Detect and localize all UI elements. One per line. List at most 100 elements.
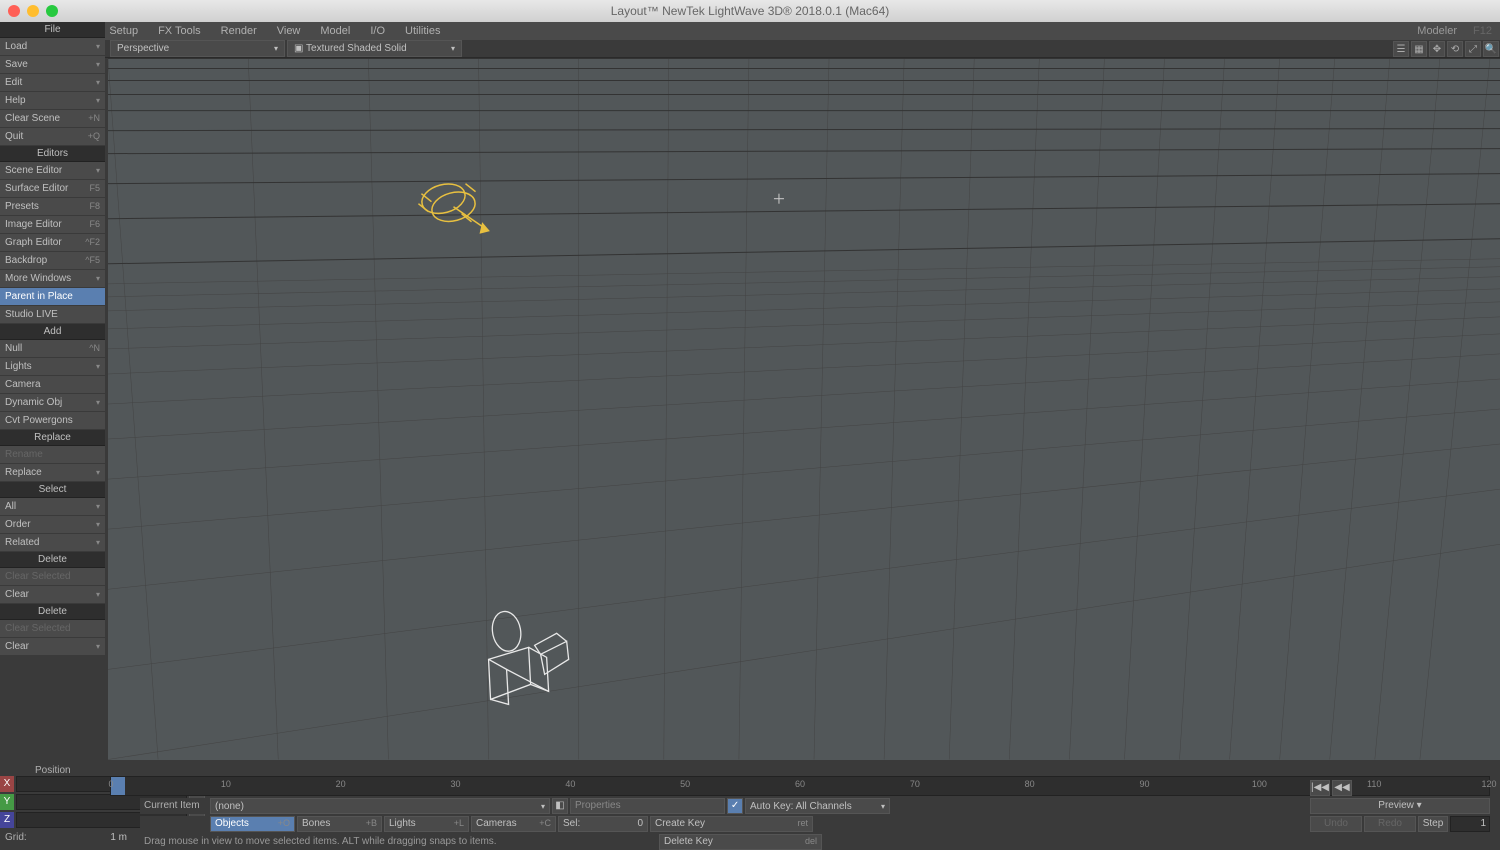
status-hint: Drag mouse in view to move selected item…: [140, 834, 657, 850]
section-header: Replace: [0, 430, 105, 446]
viewport-3d[interactable]: [108, 58, 1500, 760]
menu-bar: Items Modify Setup FX Tools Render View …: [0, 22, 1500, 40]
zoom-icon[interactable]: 🔍: [1483, 41, 1499, 57]
tab-utilities[interactable]: Utilities: [395, 22, 450, 40]
panel-item-dynamic-obj[interactable]: Dynamic Obj▾: [0, 394, 105, 412]
playback-start-button[interactable]: |◀◀: [1310, 780, 1330, 796]
panel-item-null[interactable]: Null^N: [0, 340, 105, 358]
panel-item-clear[interactable]: Clear▾: [0, 638, 105, 656]
bottom-controls: Current Item (none) ◧ Properties ✓ Auto …: [140, 798, 1490, 848]
f12-button[interactable]: F12: [1465, 22, 1500, 40]
panel-item-studio-live[interactable]: Studio LIVE: [0, 306, 105, 324]
properties-button[interactable]: Properties: [570, 798, 725, 814]
modeler-button[interactable]: Modeler: [1409, 22, 1465, 40]
redo-button[interactable]: Redo: [1364, 816, 1416, 832]
section-header: Add: [0, 324, 105, 340]
bones-button[interactable]: Bones+B: [297, 816, 382, 832]
timeline[interactable]: 0102030405060708090100110120: [110, 776, 1490, 796]
shade-mode-dropdown[interactable]: ▣ Textured Shaded Solid: [287, 40, 462, 57]
tab-model[interactable]: Model: [310, 22, 360, 40]
scale-icon[interactable]: ⤢: [1465, 41, 1481, 57]
timeline-tick: 60: [795, 779, 805, 789]
step-value[interactable]: 1: [1450, 816, 1490, 832]
view-mode-dropdown[interactable]: Perspective: [110, 40, 285, 57]
panel-item-save[interactable]: Save▾: [0, 56, 105, 74]
panel-item-clear-scene[interactable]: Clear Scene+N: [0, 110, 105, 128]
sel-display: Sel:0: [558, 816, 648, 832]
minimize-icon[interactable]: [27, 5, 39, 17]
timeline-tick: 100: [1252, 779, 1267, 789]
rotate-icon[interactable]: ⟲: [1447, 41, 1463, 57]
delete-key-button[interactable]: Delete Keydel: [659, 834, 822, 850]
tab-render[interactable]: Render: [211, 22, 267, 40]
tab-setup[interactable]: Setup: [99, 22, 148, 40]
section-header: File: [0, 22, 105, 38]
move-icon[interactable]: ✥: [1429, 41, 1445, 57]
timeline-tick: 30: [450, 779, 460, 789]
current-item-dropdown[interactable]: (none): [210, 798, 550, 814]
panel-item-camera[interactable]: Camera: [0, 376, 105, 394]
current-item-label: Current Item: [140, 798, 208, 814]
panel-item-parent-in-place[interactable]: Parent in Place: [0, 288, 105, 306]
y-label: Y: [0, 794, 14, 810]
autokey-dropdown[interactable]: Auto Key: All Channels: [745, 798, 890, 814]
panel-item-backdrop[interactable]: Backdrop^F5: [0, 252, 105, 270]
panel-item-more-windows[interactable]: More Windows▾: [0, 270, 105, 288]
panel-item-load[interactable]: Load▾: [0, 38, 105, 56]
panel-item-clear[interactable]: Clear▾: [0, 586, 105, 604]
grid-value: 1 m: [32, 830, 135, 845]
panel-item-rename: Rename: [0, 446, 105, 464]
maximize-icon[interactable]: [46, 5, 58, 17]
preview-button[interactable]: Preview ▾: [1310, 798, 1490, 814]
playback-prev-button[interactable]: ◀◀: [1332, 780, 1352, 796]
panel-item-lights[interactable]: Lights▾: [0, 358, 105, 376]
grid-label: Grid:: [0, 830, 32, 845]
panel-item-graph-editor[interactable]: Graph Editor^F2: [0, 234, 105, 252]
tab-io[interactable]: I/O: [360, 22, 395, 40]
panel-item-cvt-powergons[interactable]: Cvt Powergons: [0, 412, 105, 430]
item-picker-button[interactable]: ◧: [552, 798, 568, 814]
panel-item-presets[interactable]: PresetsF8: [0, 198, 105, 216]
panel-item-all[interactable]: All▾: [0, 498, 105, 516]
panel-item-order[interactable]: Order▾: [0, 516, 105, 534]
timeline-tick: 10: [221, 779, 231, 789]
bottom-panel: Position X 0 E Y E Z E Grid: 1 m 0102030…: [0, 760, 1500, 850]
grid-icon[interactable]: ▦: [1411, 41, 1427, 57]
viewport-toolbar: Perspective ▣ Textured Shaded Solid ☰ ▦ …: [0, 40, 1500, 58]
objects-button[interactable]: Objects+O: [210, 816, 295, 832]
tab-fxtools[interactable]: FX Tools: [148, 22, 211, 40]
grid-lines: [108, 58, 1500, 759]
tab-view[interactable]: View: [267, 22, 311, 40]
panel-item-replace[interactable]: Replace▾: [0, 464, 105, 482]
position-label: Position: [35, 765, 71, 776]
center-cursor-icon: [774, 194, 784, 204]
panel-item-clear-selected: Clear Selected: [0, 568, 105, 586]
window-controls: [8, 5, 58, 17]
bottom-right-controls: |◀◀ ◀◀ Preview ▾ Undo Redo Step 1: [1310, 798, 1490, 834]
light-object[interactable]: [418, 179, 488, 232]
panel-item-surface-editor[interactable]: Surface EditorF5: [0, 180, 105, 198]
panel-item-help[interactable]: Help▾: [0, 92, 105, 110]
x-label: X: [0, 776, 14, 792]
list-icon[interactable]: ☰: [1393, 41, 1409, 57]
create-key-button[interactable]: Create Keyret: [650, 816, 813, 832]
panel-item-scene-editor[interactable]: Scene Editor▾: [0, 162, 105, 180]
panel-item-edit[interactable]: Edit▾: [0, 74, 105, 92]
left-panel: FileLoad▾Save▾Edit▾Help▾Clear Scene+NQui…: [0, 22, 105, 760]
viewport-canvas[interactable]: [108, 58, 1500, 760]
autokey-check[interactable]: ✓: [727, 798, 743, 814]
cameras-button[interactable]: Cameras+C: [471, 816, 556, 832]
timeline-tick: 70: [910, 779, 920, 789]
close-icon[interactable]: [8, 5, 20, 17]
section-header: Delete: [0, 552, 105, 568]
panel-item-image-editor[interactable]: Image EditorF6: [0, 216, 105, 234]
section-header: Delete: [0, 604, 105, 620]
grid-info: Grid: 1 m: [0, 830, 135, 845]
undo-button[interactable]: Undo: [1310, 816, 1362, 832]
panel-item-related[interactable]: Related▾: [0, 534, 105, 552]
panel-item-clear-selected: Clear Selected: [0, 620, 105, 638]
timeline-tick: 50: [680, 779, 690, 789]
lights-button[interactable]: Lights+L: [384, 816, 469, 832]
z-label: Z: [0, 812, 14, 828]
panel-item-quit[interactable]: Quit+Q: [0, 128, 105, 146]
